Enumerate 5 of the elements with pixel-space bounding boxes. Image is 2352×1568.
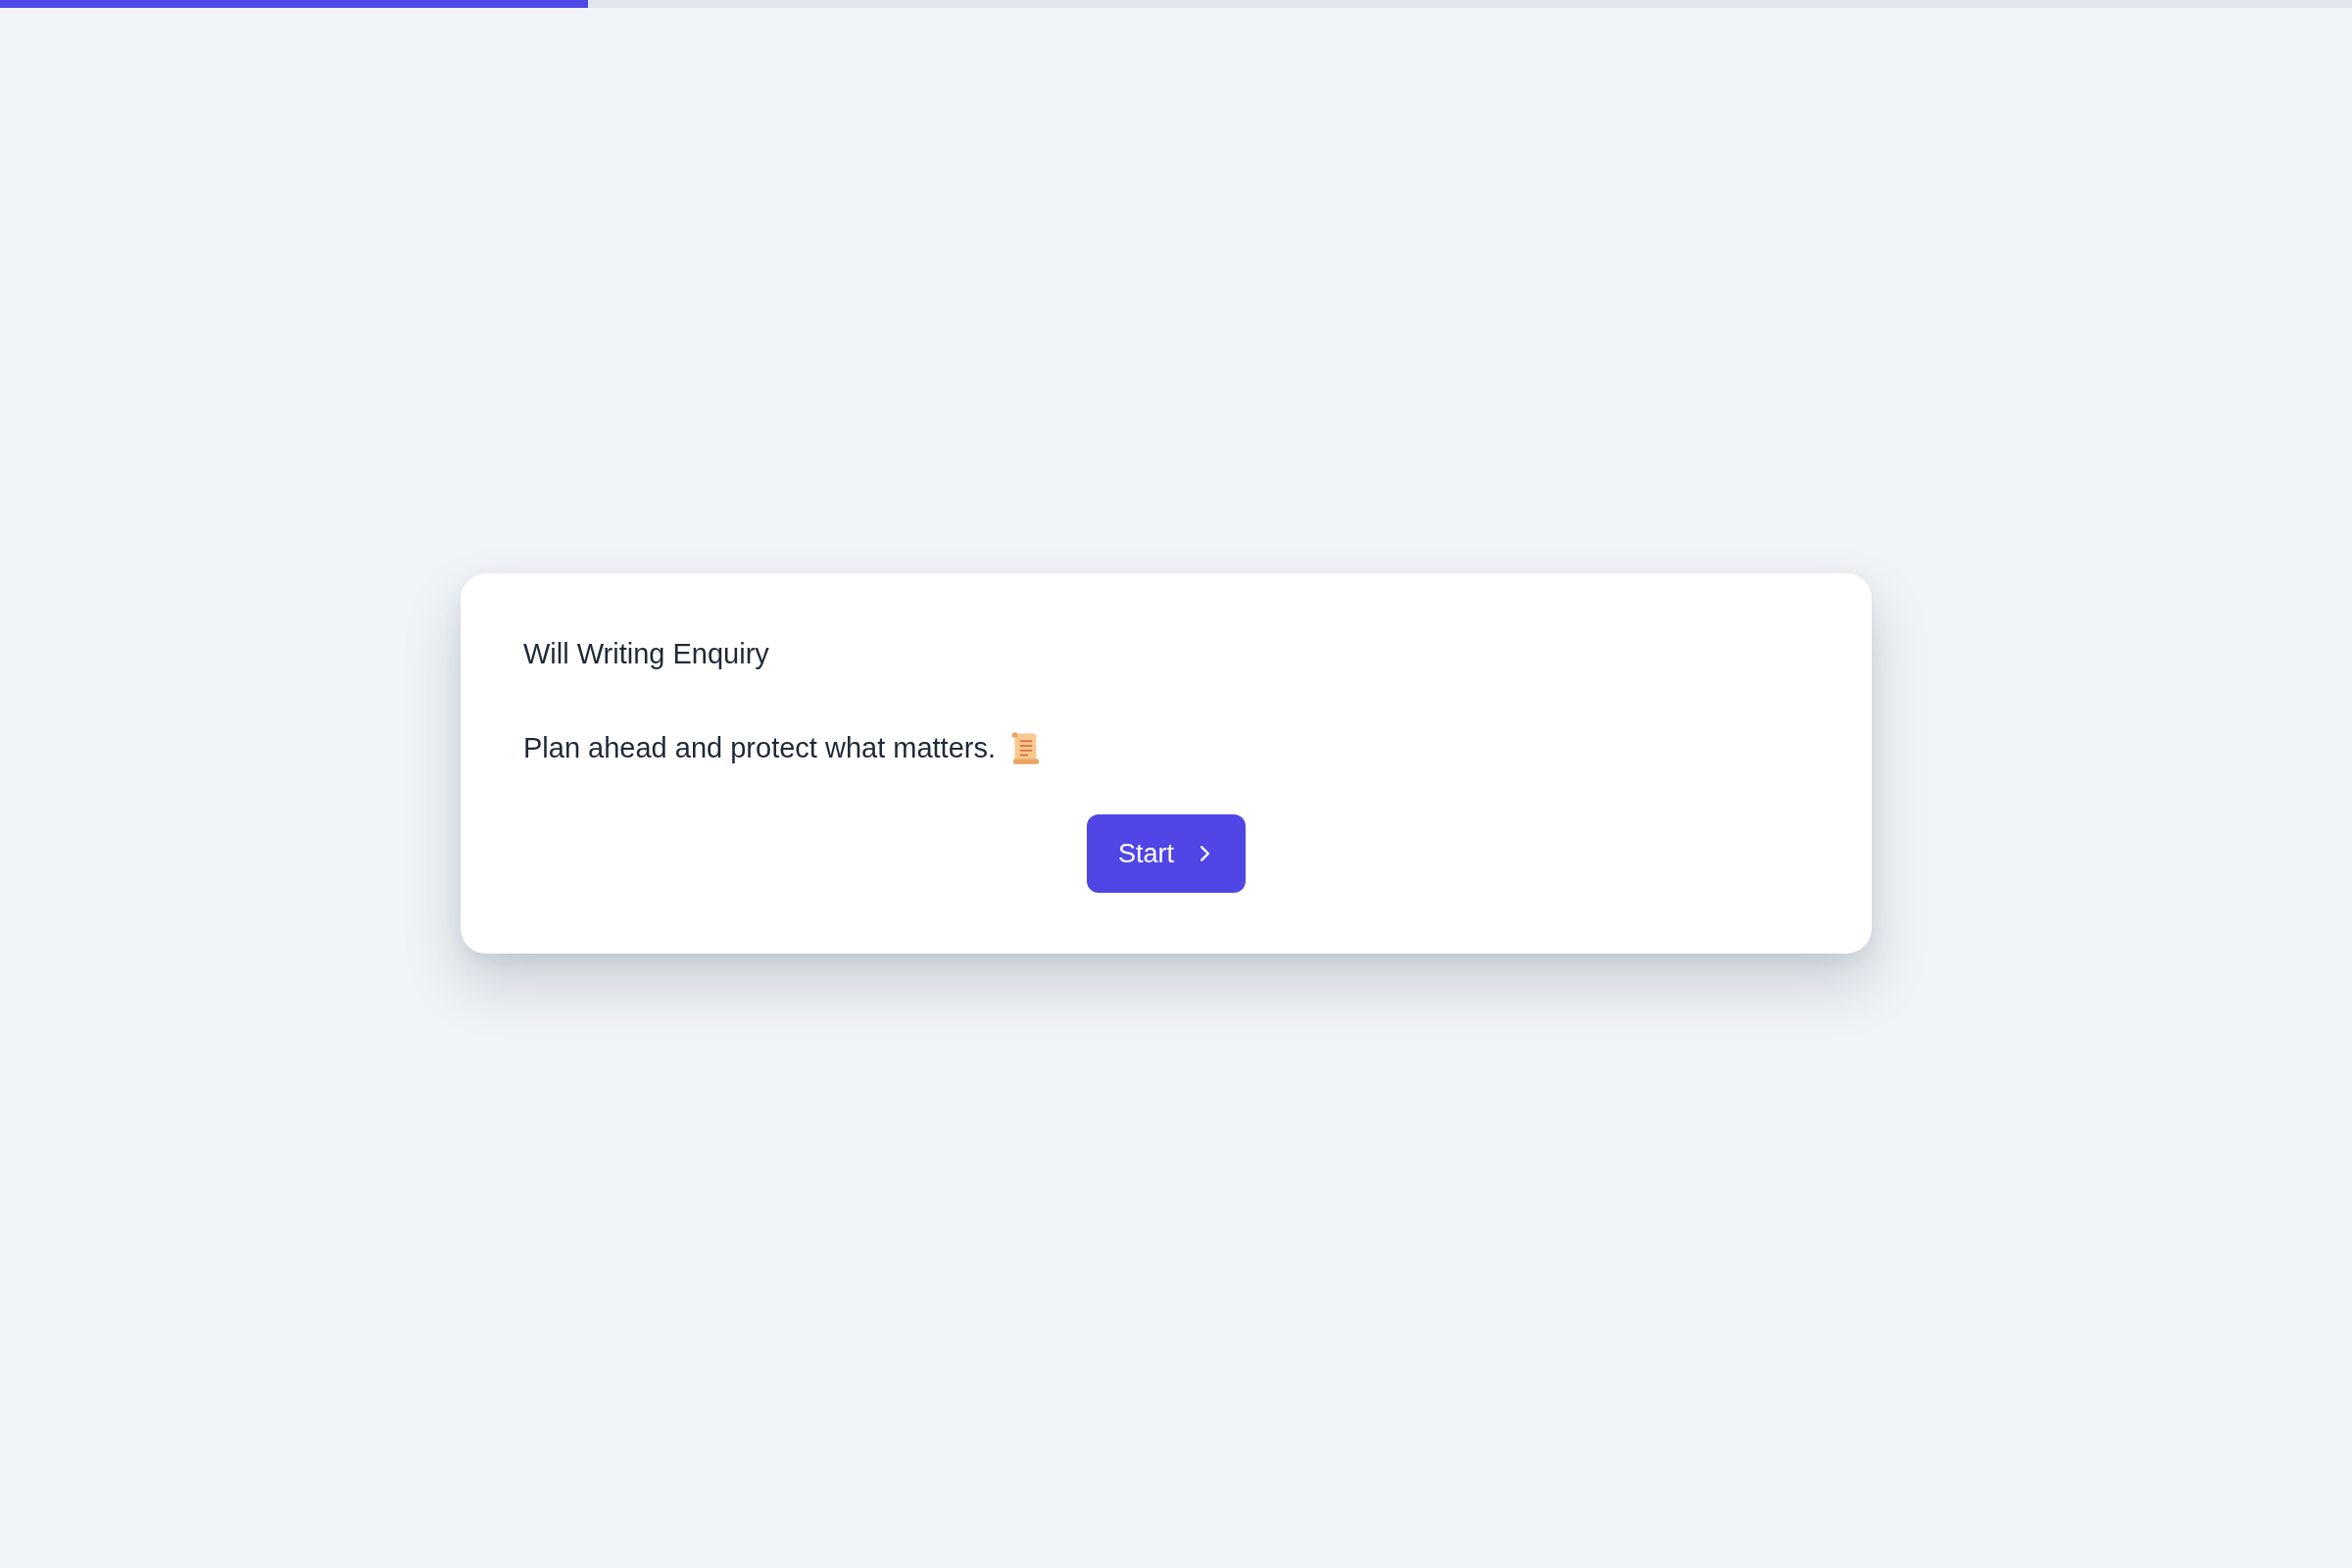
start-button[interactable]: Start — [1087, 814, 1246, 893]
scroll-icon — [1009, 731, 1039, 764]
card-description: Plan ahead and protect what matters. — [523, 731, 996, 765]
card-title: Will Writing Enquiry — [523, 637, 769, 671]
chevron-right-icon — [1200, 845, 1210, 862]
